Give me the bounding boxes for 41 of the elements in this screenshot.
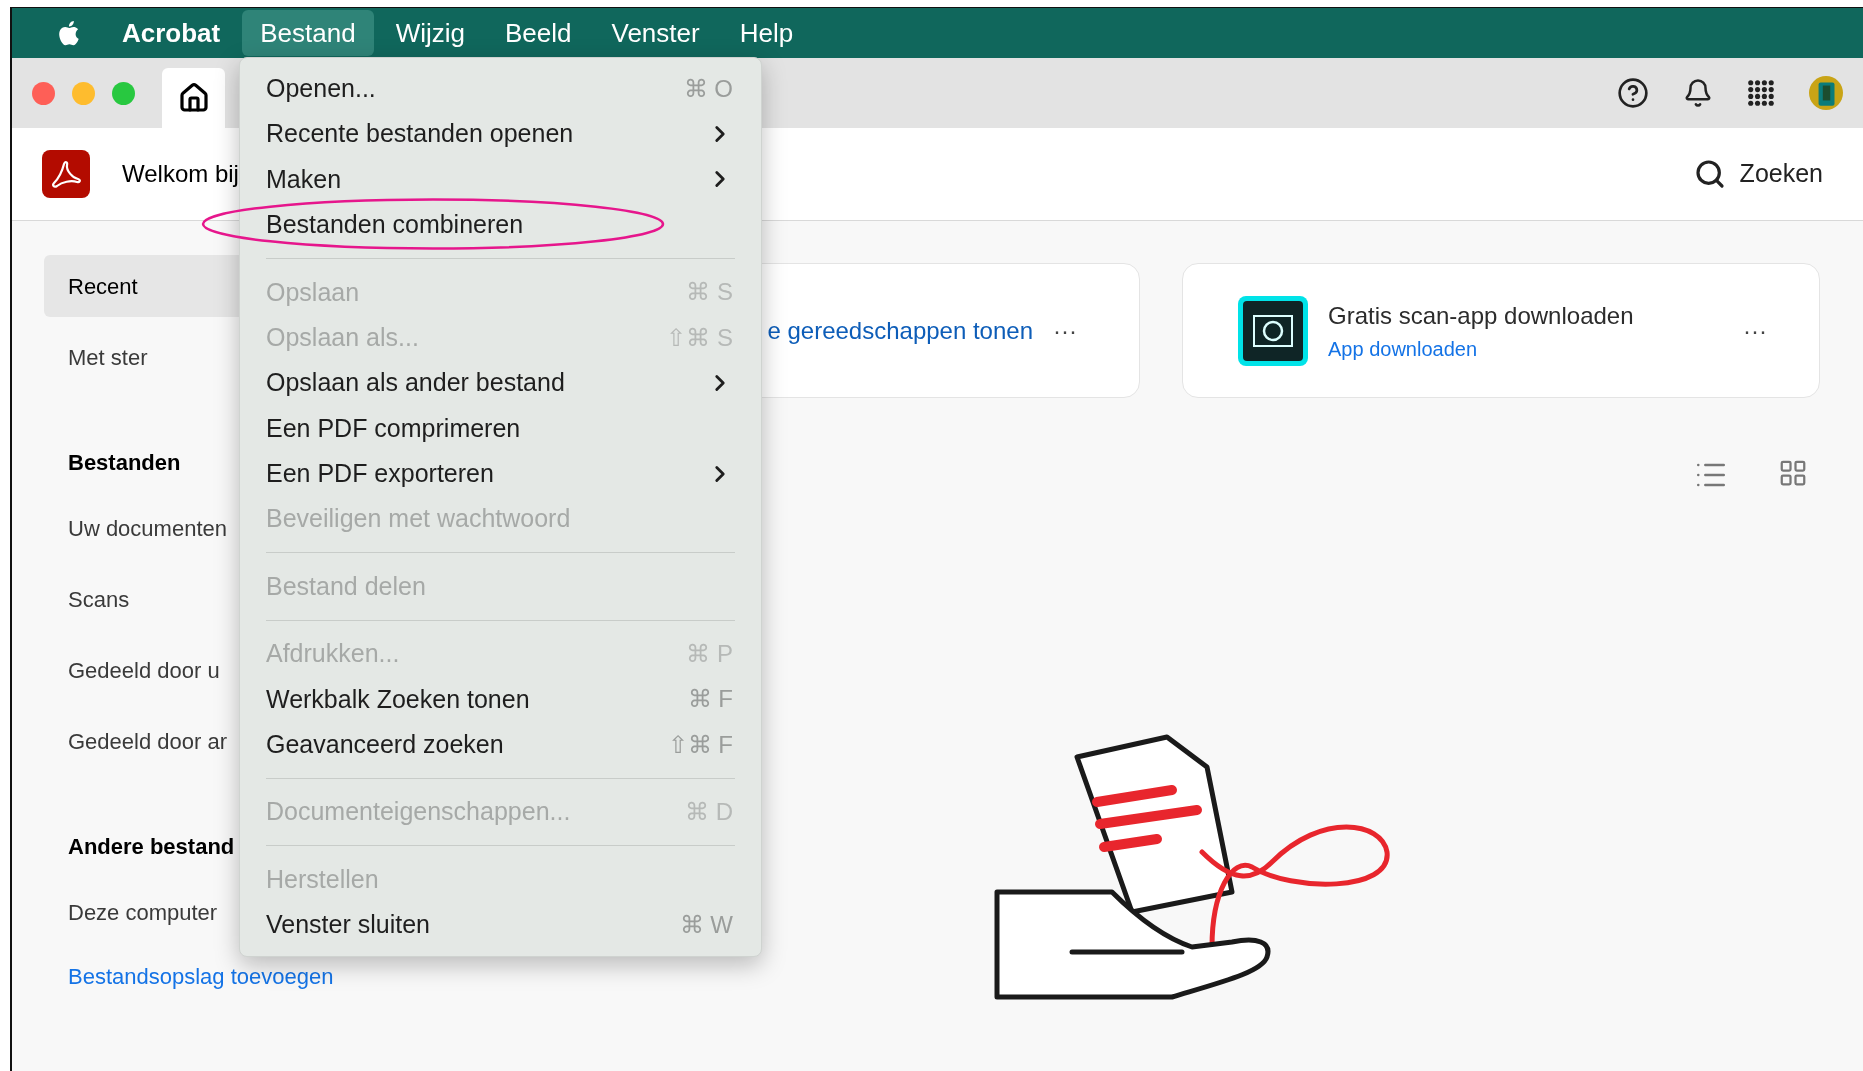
menu-item[interactable]: Werkbalk Zoeken tonen ⌘ F — [240, 676, 761, 723]
search-button[interactable]: Zoeken — [1693, 155, 1823, 193]
keyboard-shortcut: ⌘ F — [687, 684, 733, 715]
menu-bar-item[interactable]: Venster — [593, 10, 718, 56]
menu-bar-item[interactable]: Help — [721, 10, 812, 56]
more-options-button[interactable]: ··· — [1743, 312, 1767, 349]
notification-bell-icon[interactable] — [1683, 78, 1713, 108]
menu-bar-item[interactable]: Beeld — [487, 10, 590, 56]
menu-item[interactable]: Een PDF comprimeren — [240, 405, 761, 452]
home-tab[interactable] — [162, 68, 225, 128]
menu-item[interactable]: Geavanceerd zoeken ⇧⌘ F — [240, 722, 761, 768]
search-icon — [1693, 158, 1726, 190]
add-storage-link[interactable]: Bestandsopslag toevoegen — [68, 962, 334, 992]
menu-item[interactable]: Een PDF exporteren — [240, 451, 761, 497]
pdf-logo-icon — [42, 150, 90, 198]
menu-bar-item[interactable]: Wijzig — [377, 10, 483, 56]
keyboard-shortcut: ⌘ W — [679, 909, 733, 940]
app-name[interactable]: Acrobat — [104, 10, 239, 56]
camera-app-icon — [1238, 295, 1308, 366]
grid-view-icon[interactable] — [1778, 458, 1808, 488]
card-title: Gratis scan-app downloaden — [1328, 300, 1634, 331]
more-options-button[interactable]: ··· — [1053, 312, 1077, 349]
sidebar-heading: Andere bestand — [68, 832, 235, 861]
welcome-title: Welkom bij — [122, 159, 239, 189]
menu-item[interactable]: Venster sluiten ⌘ W — [240, 902, 761, 948]
menu-item[interactable]: Openen... ⌘ O — [240, 66, 761, 112]
avatar-icon[interactable] — [1809, 76, 1843, 110]
help-icon[interactable] — [1617, 77, 1649, 109]
download-app-link[interactable]: App downloaden — [1328, 333, 1634, 364]
menu-item[interactable]: Bestanden combineren — [240, 202, 761, 248]
apple-logo-icon[interactable] — [56, 19, 80, 47]
apps-grid-icon[interactable] — [1747, 79, 1775, 107]
menu-item[interactable]: Recente bestanden openen — [240, 111, 761, 157]
sidebar-heading: Bestanden — [68, 448, 181, 477]
menu-item[interactable]: Maken — [240, 156, 761, 203]
tools-link[interactable]: e gereedschappen tonen — [767, 312, 1033, 349]
menu-bar-item[interactable]: Bestand — [242, 10, 374, 56]
keyboard-shortcut: ⌘ O — [683, 73, 733, 104]
home-icon — [177, 82, 210, 114]
menu-item[interactable]: Opslaan als ander bestand — [240, 360, 761, 406]
keyboard-shortcut: ⇧⌘ F — [667, 729, 733, 760]
